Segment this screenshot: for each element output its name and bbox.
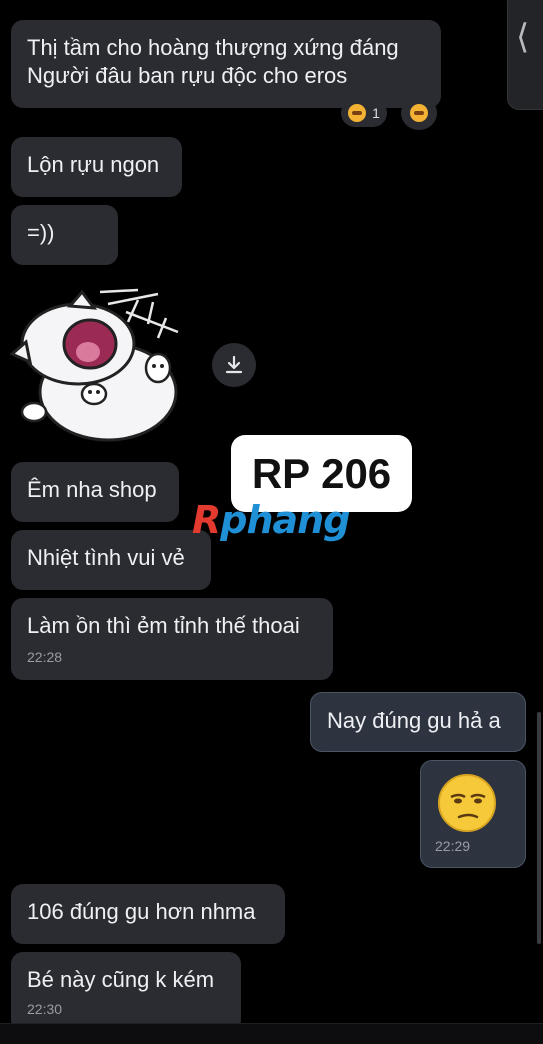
message-bubble[interactable]: Nhiệt tình vui vẻ (11, 530, 211, 590)
watermark-letter: R (192, 498, 221, 542)
message-bubble[interactable]: Bé này cũng k kém 22:30 (11, 952, 241, 1032)
message-text: Thị tầm cho hoàng thượng xứng đáng (27, 35, 399, 60)
message-text: Người đâu ban rựu độc cho eros (27, 63, 348, 88)
smirk-emoji-icon (438, 774, 496, 832)
cat-sticker[interactable] (8, 282, 188, 452)
message-bubble[interactable]: Lộn rựu ngon (11, 137, 182, 197)
chevron-left-icon: ⟨ (516, 17, 530, 57)
laughing-emoji-icon (348, 104, 367, 122)
download-icon (225, 355, 243, 374)
message-bubble-outgoing[interactable]: 22:29 (420, 760, 526, 868)
message-text: Nhiệt tình vui vẻ (27, 545, 185, 570)
message-bubble-outgoing[interactable]: Nay đúng gu hả a (310, 692, 526, 752)
message-text: Làm ồn thì ẻm tỉnh thế thoai (27, 613, 300, 638)
watermark-word: phang (220, 498, 350, 542)
message-bubble[interactable]: 106 đúng gu hơn nhma (11, 884, 285, 944)
message-text: Lộn rựu ngon (27, 152, 160, 177)
add-reaction-button[interactable] (401, 96, 437, 130)
message-text: Êm nha shop (27, 477, 157, 502)
message-text: =)) (27, 220, 55, 245)
reaction-chip[interactable]: 1 (341, 99, 387, 127)
message-timestamp: 22:30 (27, 1001, 63, 1017)
message-text: Nay đúng gu hả a (327, 708, 501, 733)
download-button[interactable] (212, 343, 256, 387)
message-bubble[interactable]: =)) (11, 205, 118, 265)
message-text: 106 đúng gu hơn nhma (27, 899, 256, 924)
cat-sticker-image (9, 288, 179, 442)
message-bubble[interactable]: Thị tầm cho hoàng thượng xứng đáng Người… (11, 20, 441, 108)
message-bubble[interactable]: Êm nha shop (11, 462, 179, 522)
scrollbar[interactable] (537, 712, 541, 944)
side-panel-tab[interactable]: ⟨ (507, 0, 543, 110)
laughing-emoji-icon (410, 104, 428, 122)
message-timestamp: 22:28 (27, 649, 63, 665)
reaction-count: 1 (372, 105, 380, 121)
message-timestamp: 22:29 (435, 838, 471, 854)
watermark-logo: Rphang (192, 498, 350, 542)
message-bubble[interactable]: Làm ồn thì ẻm tỉnh thế thoai 22:28 (11, 598, 333, 680)
bottom-bar (0, 1023, 543, 1044)
message-text: Bé này cũng k kém (27, 967, 215, 992)
